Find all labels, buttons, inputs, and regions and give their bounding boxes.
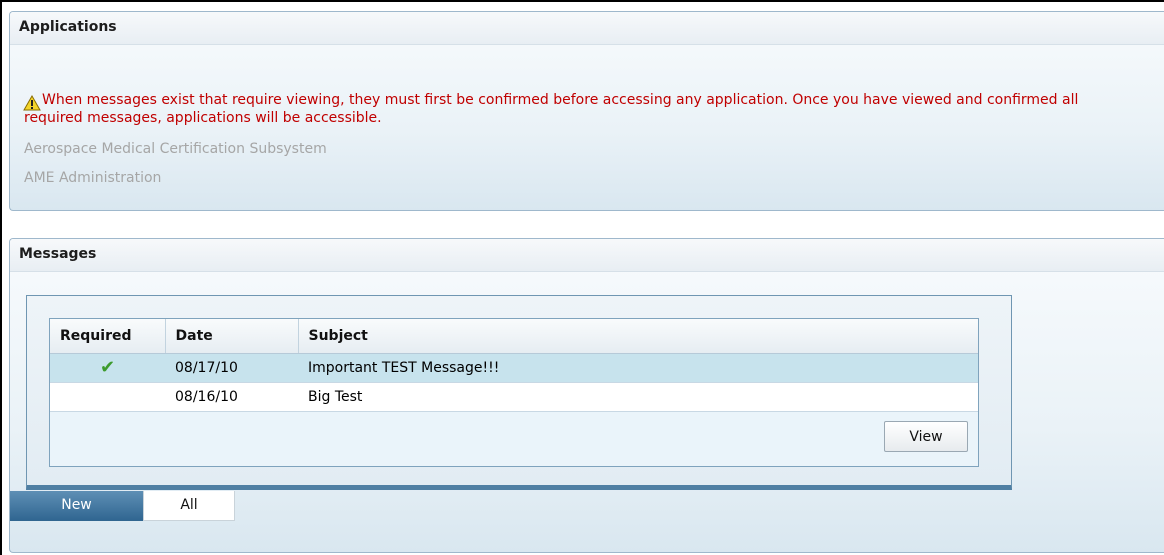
messages-panel: Messages Required Date Subject ✔ 08/17/1… bbox=[9, 238, 1164, 553]
date-cell: 08/16/10 bbox=[165, 382, 298, 412]
table-header-row: Required Date Subject bbox=[50, 319, 978, 354]
applications-panel-title: Applications bbox=[10, 12, 1164, 45]
subject-cell: Big Test bbox=[298, 382, 978, 412]
column-header-subject[interactable]: Subject bbox=[298, 319, 978, 354]
messages-table: Required Date Subject ✔ 08/17/10 Importa… bbox=[50, 319, 978, 412]
app-link-ame-administration: AME Administration bbox=[24, 170, 162, 186]
applications-panel: Applications When messages exist that re… bbox=[9, 11, 1164, 211]
date-cell: 08/17/10 bbox=[165, 353, 298, 383]
table-row[interactable]: ✔ 08/17/10 Important TEST Message!!! bbox=[50, 353, 978, 383]
required-cell bbox=[50, 382, 165, 412]
message-filter-tabs: New All bbox=[10, 491, 235, 521]
view-button[interactable]: View bbox=[884, 421, 968, 452]
tab-new[interactable]: New bbox=[10, 491, 143, 521]
app-link-aerospace-medical-certification: Aerospace Medical Certification Subsyste… bbox=[24, 141, 327, 157]
table-row[interactable]: 08/16/10 Big Test bbox=[50, 382, 978, 412]
required-cell: ✔ bbox=[50, 353, 165, 383]
column-header-required[interactable]: Required bbox=[50, 319, 166, 354]
column-header-date[interactable]: Date bbox=[165, 319, 299, 354]
subject-cell: Important TEST Message!!! bbox=[298, 353, 978, 383]
check-icon: ✔ bbox=[99, 357, 116, 378]
tab-all[interactable]: All bbox=[143, 491, 235, 521]
applications-notice: When messages exist that require viewing… bbox=[24, 92, 1079, 126]
messages-table-container: Required Date Subject ✔ 08/17/10 Importa… bbox=[49, 318, 979, 467]
messages-panel-title: Messages bbox=[10, 239, 1164, 272]
messages-box: Required Date Subject ✔ 08/17/10 Importa… bbox=[26, 295, 1012, 490]
